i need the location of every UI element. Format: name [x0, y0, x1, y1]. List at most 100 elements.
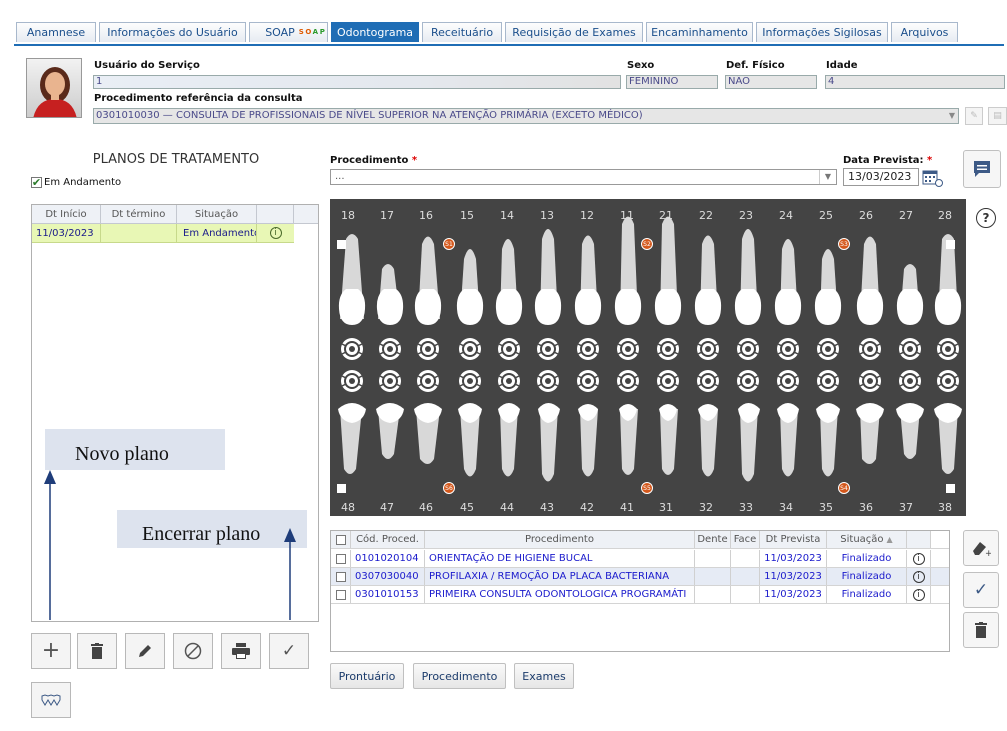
finish-procedure-button[interactable]: ✓: [963, 572, 999, 608]
delete-procedure-button[interactable]: [963, 612, 999, 648]
sextant-badge[interactable]: S3: [838, 238, 850, 250]
tooth-number[interactable]: 47: [377, 501, 397, 514]
procref-field[interactable]: 0301010030 — CONSULTA DE PROFISSIONAIS D…: [93, 108, 959, 124]
column-header[interactable]: Dente: [695, 531, 731, 548]
column-header-situacao[interactable]: Situação ▲: [827, 531, 907, 548]
tab-bar: Anamnese Informações do Usuário SOAP S OA…: [14, 20, 1004, 46]
comment-button[interactable]: [963, 150, 1001, 188]
tooth-number[interactable]: 34: [776, 501, 796, 514]
info-icon[interactable]: i: [907, 550, 931, 567]
sextant-badge[interactable]: S2: [641, 238, 653, 250]
quadrant-select-checkbox[interactable]: [946, 240, 955, 249]
row-checkbox[interactable]: [331, 568, 351, 585]
column-header[interactable]: Dt término: [101, 205, 177, 223]
em-andamento-filter[interactable]: ✔ Em Andamento: [31, 176, 121, 189]
edit-plan-button[interactable]: [125, 633, 165, 669]
sextant-badge[interactable]: S5: [641, 482, 653, 494]
info-icon[interactable]: i: [907, 568, 931, 585]
procedimento-button[interactable]: Procedimento: [413, 663, 506, 689]
delete-plan-button[interactable]: [77, 633, 117, 669]
tooth-number[interactable]: 38: [935, 501, 955, 514]
tooth-number[interactable]: 31: [656, 501, 676, 514]
tooth-number[interactable]: 27: [896, 209, 916, 222]
exames-button[interactable]: Exames: [514, 663, 574, 689]
table-row[interactable]: 0101020104 ORIENTAÇÃO DE HIGIENE BUCAL 1…: [331, 550, 949, 568]
row-checkbox[interactable]: [331, 550, 351, 567]
sextant-badge[interactable]: S6: [443, 482, 455, 494]
tooth-number[interactable]: 44: [497, 501, 517, 514]
odontogram-view-button[interactable]: [31, 682, 71, 718]
tooth-number[interactable]: 18: [338, 209, 358, 222]
tooth-number[interactable]: 13: [537, 209, 557, 222]
prontuario-button[interactable]: Prontuário: [330, 663, 404, 689]
column-header[interactable]: Dt Prevista: [760, 531, 827, 548]
table-row[interactable]: 0301010153 PRIMEIRA CONSULTA ODONTOLOGIC…: [331, 586, 949, 604]
tooth-number[interactable]: 33: [736, 501, 756, 514]
info-icon[interactable]: i: [907, 586, 931, 603]
tooth-number[interactable]: 42: [577, 501, 597, 514]
tooth-number[interactable]: 41: [617, 501, 637, 514]
column-header[interactable]: Cód. Proced.: [351, 531, 425, 548]
tooth-number[interactable]: 17: [377, 209, 397, 222]
chevron-down-icon[interactable]: ▼: [819, 170, 836, 184]
close-plan-button[interactable]: ✓: [269, 633, 309, 669]
print-plan-button[interactable]: [221, 633, 261, 669]
tooth-number[interactable]: 14: [497, 209, 517, 222]
column-header[interactable]: Dt Início: [32, 205, 101, 223]
checkbox-checked-icon[interactable]: ✔: [31, 176, 42, 189]
tooth-number[interactable]: 48: [338, 501, 358, 514]
cancel-plan-button[interactable]: [173, 633, 213, 669]
tooth-number[interactable]: 35: [816, 501, 836, 514]
tab-odontograma[interactable]: Odontograma: [331, 22, 419, 42]
tooth-number[interactable]: 15: [457, 209, 477, 222]
tooth-number[interactable]: 23: [736, 209, 756, 222]
tooth-number[interactable]: 32: [696, 501, 716, 514]
help-icon[interactable]: ?: [976, 208, 996, 228]
column-header[interactable]: Procedimento: [425, 531, 695, 548]
tooth-number[interactable]: 46: [416, 501, 436, 514]
tooth-number[interactable]: 21: [656, 209, 676, 222]
tooth-number[interactable]: 28: [935, 209, 955, 222]
sextant-badge[interactable]: S4: [838, 482, 850, 494]
tooth-number[interactable]: 22: [696, 209, 716, 222]
calendar-icon[interactable]: [922, 169, 944, 187]
tooth-number[interactable]: 45: [457, 501, 477, 514]
tooth-number[interactable]: 11: [617, 209, 637, 222]
select-all-checkbox[interactable]: [331, 531, 351, 548]
tooth-number[interactable]: 12: [577, 209, 597, 222]
tab-arquivos[interactable]: Arquivos: [891, 22, 958, 42]
cell-date: 11/03/2023: [760, 568, 827, 585]
quadrant-select-checkbox[interactable]: [337, 240, 346, 249]
add-plan-button[interactable]: +: [31, 633, 71, 669]
sextant-badge[interactable]: S1: [443, 238, 455, 250]
procedure-select[interactable]: ... ▼: [330, 169, 837, 185]
quadrant-select-checkbox[interactable]: [337, 484, 346, 493]
arrow-up-icon: [44, 470, 56, 620]
tab-requisicao-exames[interactable]: Requisição de Exames: [505, 22, 643, 42]
tooth-number[interactable]: 26: [856, 209, 876, 222]
tooth-number[interactable]: 37: [896, 501, 916, 514]
quadrant-select-checkbox[interactable]: [946, 484, 955, 493]
tab-informacoes-sigilosas[interactable]: Informações Sigilosas: [756, 22, 888, 42]
save-procref-icon[interactable]: ▤: [988, 107, 1007, 125]
tooth-number[interactable]: 16: [416, 209, 436, 222]
tooth-number[interactable]: 36: [856, 501, 876, 514]
table-row[interactable]: 11/03/2023 Em Andamento i: [32, 224, 294, 243]
date-input[interactable]: 13/03/2023: [843, 168, 919, 186]
table-row[interactable]: 0307030040 PROFILAXIA / REMOÇÃO DA PLACA…: [331, 568, 949, 586]
row-checkbox[interactable]: [331, 586, 351, 603]
tab-soap[interactable]: SOAP S OA P: [249, 22, 328, 42]
tab-anamnese[interactable]: Anamnese: [16, 22, 96, 42]
tooth-number[interactable]: 43: [537, 501, 557, 514]
edit-procref-icon[interactable]: ✎: [965, 107, 983, 125]
cell-code: 0101020104: [351, 550, 425, 567]
info-icon[interactable]: i: [257, 224, 294, 242]
tooth-number[interactable]: 25: [816, 209, 836, 222]
tab-encaminhamento[interactable]: Encaminhamento: [646, 22, 753, 42]
column-header[interactable]: Face: [731, 531, 760, 548]
tab-informacoes-usuario[interactable]: Informações do Usuário: [99, 22, 246, 42]
tooth-number[interactable]: 24: [776, 209, 796, 222]
column-header[interactable]: Situação: [177, 205, 257, 223]
add-procedure-button[interactable]: +: [963, 530, 999, 566]
tab-receituario[interactable]: Receituário: [422, 22, 502, 42]
